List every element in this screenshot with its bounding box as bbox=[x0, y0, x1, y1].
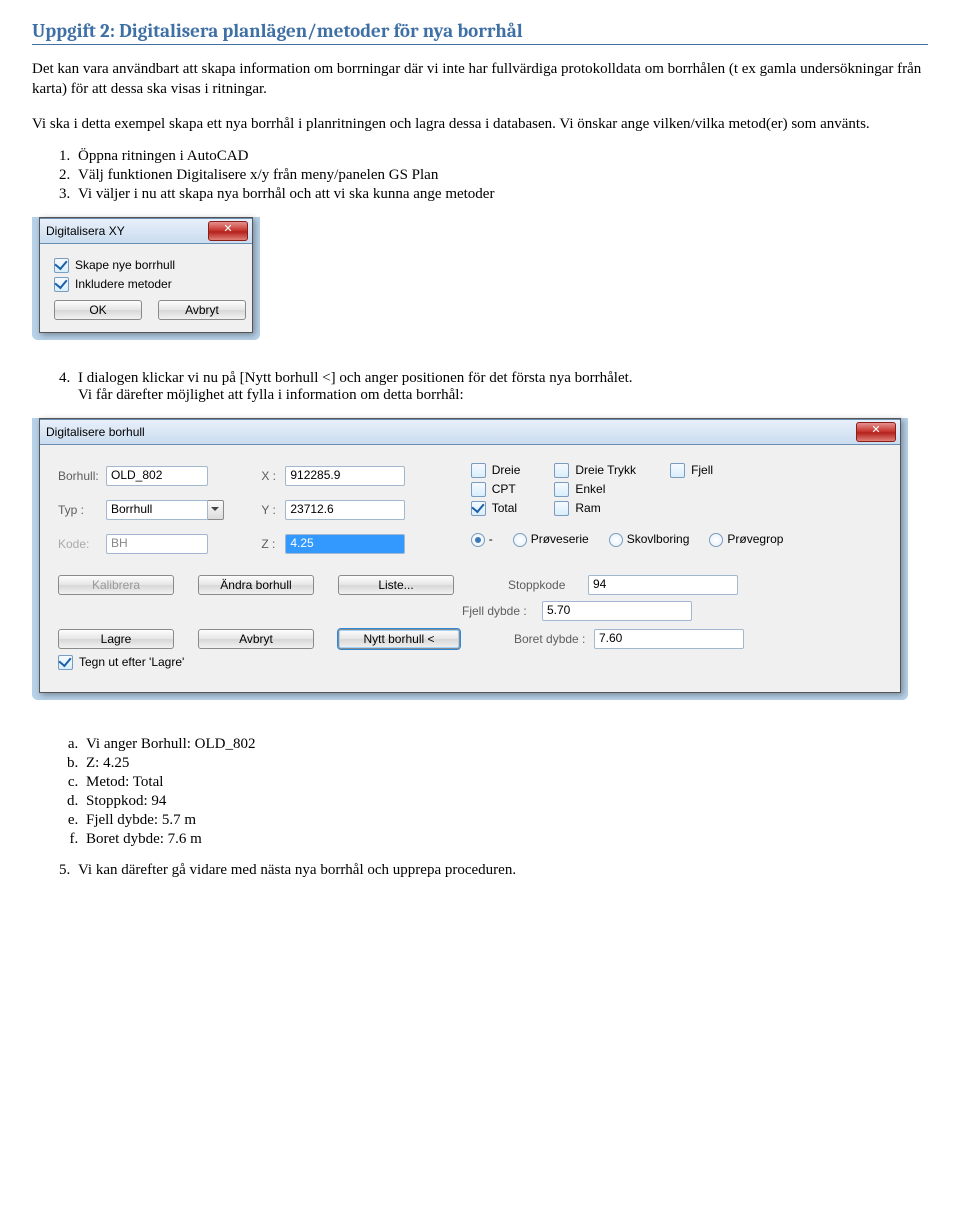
checkbox-ram[interactable]: Ram bbox=[554, 501, 636, 516]
checkbox-cpt[interactable]: CPT bbox=[471, 482, 521, 497]
check-icon[interactable] bbox=[471, 501, 486, 516]
kode-input: BH bbox=[106, 534, 208, 554]
para-1: Det kan vara användbart att skapa inform… bbox=[32, 59, 928, 100]
kode-label: Kode: bbox=[58, 537, 106, 551]
x-label: X : bbox=[261, 469, 285, 483]
label: Tegn ut efter 'Lagre' bbox=[79, 655, 184, 669]
list-item: Z: 4.25 bbox=[82, 755, 928, 772]
dialog-digitalisera-xy: Digitalisera XY ✕ Skape nye borrhull Ink… bbox=[39, 217, 253, 333]
stoppkode-input[interactable]: 94 bbox=[588, 575, 738, 595]
z-input[interactable]: 4.25 bbox=[285, 534, 405, 554]
text: I dialogen klickar vi nu på [Nytt borhul… bbox=[78, 370, 633, 386]
radio-dash[interactable]: - bbox=[471, 532, 493, 547]
radio-icon[interactable] bbox=[471, 533, 485, 547]
list-item: I dialogen klickar vi nu på [Nytt borhul… bbox=[74, 370, 928, 404]
list-item: Fjell dybde: 5.7 m bbox=[82, 812, 928, 829]
y-input[interactable]: 23712.6 bbox=[285, 500, 405, 520]
para-2: Vi ska i detta exempel skapa ett nya bor… bbox=[32, 114, 928, 134]
titlebar[interactable]: Digitalisera XY ✕ bbox=[40, 218, 252, 244]
stoppkode-label: Stoppkode bbox=[508, 578, 582, 592]
close-icon[interactable]: ✕ bbox=[856, 422, 896, 442]
radio-provegrop[interactable]: Prøvegrop bbox=[709, 532, 783, 547]
checkbox-skape[interactable]: Skape nye borrhull bbox=[54, 258, 238, 273]
check-icon[interactable] bbox=[670, 463, 685, 478]
numbered-list: Öppna ritningen i AutoCAD Välj funktione… bbox=[74, 148, 928, 203]
text: Vi får därefter möjlighet att fylla i in… bbox=[78, 387, 464, 403]
list-item: Vi anger Borhull: OLD_802 bbox=[82, 736, 928, 753]
checkbox-fjell[interactable]: Fjell bbox=[670, 463, 713, 478]
label: - bbox=[489, 532, 493, 546]
label: Ram bbox=[575, 501, 600, 515]
borhull-input[interactable]: OLD_802 bbox=[106, 466, 208, 486]
label: Dreie Trykk bbox=[575, 463, 636, 477]
label: CPT bbox=[492, 482, 516, 496]
radio-icon[interactable] bbox=[609, 533, 623, 547]
avbryt-button[interactable]: Avbryt bbox=[198, 629, 314, 649]
boret-dybde-input[interactable]: 7.60 bbox=[594, 629, 744, 649]
typ-combo[interactable]: Borrhull bbox=[106, 500, 224, 520]
checkbox-label: Inkludere metoder bbox=[75, 277, 172, 291]
titlebar[interactable]: Digitalisere borhull ✕ bbox=[40, 419, 900, 445]
check-icon[interactable] bbox=[471, 463, 486, 478]
kalibrera-button: Kalibrera bbox=[58, 575, 174, 595]
dialog-title: Digitalisera XY bbox=[46, 224, 125, 238]
andra-borhull-button[interactable]: Ändra borhull bbox=[198, 575, 314, 595]
label: Prøvegrop bbox=[727, 532, 783, 546]
boret-dybde-label: Boret dybde : bbox=[514, 632, 588, 646]
check-icon[interactable] bbox=[54, 277, 69, 292]
list-item: Vi kan därefter gå vidare med nästa nya … bbox=[74, 862, 928, 879]
radio-icon[interactable] bbox=[709, 533, 723, 547]
numbered-list-cont2: Vi kan därefter gå vidare med nästa nya … bbox=[74, 862, 928, 879]
nytt-borhull-button[interactable]: Nytt borhull < bbox=[338, 629, 460, 649]
z-label: Z : bbox=[261, 537, 285, 551]
label: Total bbox=[492, 501, 517, 515]
check-icon[interactable] bbox=[554, 463, 569, 478]
close-icon[interactable]: ✕ bbox=[208, 221, 248, 241]
check-icon[interactable] bbox=[54, 258, 69, 273]
check-icon[interactable] bbox=[554, 482, 569, 497]
checkbox-dreie[interactable]: Dreie bbox=[471, 463, 521, 478]
chevron-down-icon[interactable] bbox=[208, 500, 224, 520]
y-label: Y : bbox=[261, 503, 285, 517]
list-item: Välj funktionen Digitalisere x/y från me… bbox=[74, 167, 928, 184]
checkbox-label: Skape nye borrhull bbox=[75, 258, 175, 272]
dialog-digitalisere-borhull: Digitalisere borhull ✕ Borhull: OLD_802 … bbox=[39, 418, 901, 693]
liste-button[interactable]: Liste... bbox=[338, 575, 454, 595]
ok-button[interactable]: OK bbox=[54, 300, 142, 320]
fjell-dybde-label: Fjell dybde : bbox=[462, 604, 536, 618]
fjell-dybde-input[interactable]: 5.70 bbox=[542, 601, 692, 621]
check-icon[interactable] bbox=[58, 655, 73, 670]
alpha-list: Vi anger Borhull: OLD_802 Z: 4.25 Metod:… bbox=[82, 736, 928, 848]
lagre-button[interactable]: Lagre bbox=[58, 629, 174, 649]
dialog-title: Digitalisere borhull bbox=[46, 425, 145, 439]
radio-icon[interactable] bbox=[513, 533, 527, 547]
typ-value: Borrhull bbox=[106, 500, 208, 520]
checkbox-dreietrykk[interactable]: Dreie Trykk bbox=[554, 463, 636, 478]
borhull-label: Borhull: bbox=[58, 469, 106, 483]
radio-skovlboring[interactable]: Skovlboring bbox=[609, 532, 690, 547]
checkbox-total[interactable]: Total bbox=[471, 501, 521, 516]
label: Skovlboring bbox=[627, 532, 690, 546]
x-input[interactable]: 912285.9 bbox=[285, 466, 405, 486]
check-icon[interactable] bbox=[471, 482, 486, 497]
label: Enkel bbox=[575, 482, 605, 496]
label: Prøveserie bbox=[531, 532, 589, 546]
checkbox-tegn-ut[interactable]: Tegn ut efter 'Lagre' bbox=[58, 655, 882, 670]
list-item: Boret dybde: 7.6 m bbox=[82, 831, 928, 848]
checkbox-enkel[interactable]: Enkel bbox=[554, 482, 636, 497]
list-item: Öppna ritningen i AutoCAD bbox=[74, 148, 928, 165]
label: Dreie bbox=[492, 463, 521, 477]
list-item: Metod: Total bbox=[82, 774, 928, 791]
label: Fjell bbox=[691, 463, 713, 477]
check-icon[interactable] bbox=[554, 501, 569, 516]
checkbox-inkludere[interactable]: Inkludere metoder bbox=[54, 277, 238, 292]
list-item: Stoppkod: 94 bbox=[82, 793, 928, 810]
typ-label: Typ : bbox=[58, 503, 106, 517]
radio-proveserie[interactable]: Prøveserie bbox=[513, 532, 589, 547]
list-item: Vi väljer i nu att skapa nya borrhål och… bbox=[74, 186, 928, 203]
cancel-button[interactable]: Avbryt bbox=[158, 300, 246, 320]
page-heading: Uppgift 2: Digitalisera planlägen/metode… bbox=[32, 20, 928, 45]
numbered-list-cont: I dialogen klickar vi nu på [Nytt borhul… bbox=[74, 370, 928, 404]
